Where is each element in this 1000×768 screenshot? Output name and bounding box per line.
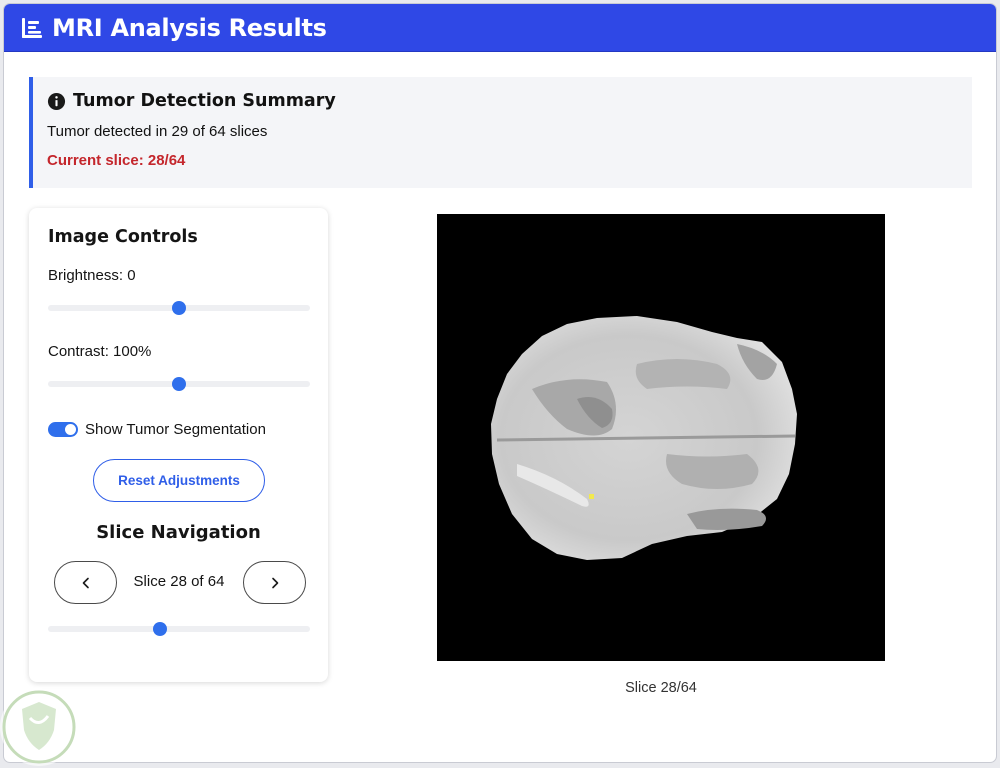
mri-slice-image bbox=[437, 214, 885, 661]
summary-header: Tumor Detection Summary bbox=[47, 91, 972, 111]
current-slice-text: Current slice: 28/64 bbox=[47, 152, 186, 169]
contrast-label: Contrast: 100% bbox=[48, 343, 151, 360]
tumor-segmentation-label: Show Tumor Segmentation bbox=[85, 421, 266, 438]
brightness-label: Brightness: 0 bbox=[48, 267, 136, 284]
toggle-knob bbox=[65, 424, 76, 435]
image-controls-panel: Image Controls Brightness: 0 Contrast: 1… bbox=[29, 208, 328, 682]
contrast-slider[interactable] bbox=[48, 377, 310, 391]
slice-slider-thumb[interactable] bbox=[153, 622, 168, 636]
contrast-label-text: Contrast: bbox=[48, 343, 109, 360]
chevron-left-icon bbox=[82, 577, 89, 588]
brightness-slider[interactable] bbox=[48, 301, 310, 315]
bar-list-icon bbox=[22, 17, 42, 38]
image-controls-title: Image Controls bbox=[48, 227, 198, 247]
tumor-segmentation-toggle[interactable] bbox=[48, 422, 78, 437]
brightness-slider-thumb[interactable] bbox=[172, 301, 186, 315]
reset-adjustments-button[interactable]: Reset Adjustments bbox=[93, 459, 265, 502]
brightness-value: 0 bbox=[127, 267, 136, 284]
slice-navigation-title: Slice Navigation bbox=[96, 522, 261, 543]
slice-counter: Slice 28 of 64 bbox=[133, 573, 225, 590]
summary-title: Tumor Detection Summary bbox=[73, 91, 336, 111]
mri-brain-scan bbox=[491, 316, 797, 560]
previous-slice-button[interactable] bbox=[54, 561, 117, 604]
watermark-logo bbox=[0, 688, 78, 766]
shield-logo-icon bbox=[2, 690, 76, 764]
tumor-detected-text: Tumor detected in 29 of 64 slices bbox=[47, 123, 268, 140]
next-slice-button[interactable] bbox=[243, 561, 306, 604]
contrast-value: 100% bbox=[113, 343, 152, 360]
brightness-label-text: Brightness: bbox=[48, 267, 124, 284]
info-circle-icon bbox=[47, 92, 66, 110]
app-header: MRI Analysis Results bbox=[4, 4, 996, 52]
contrast-slider-thumb[interactable] bbox=[172, 377, 186, 391]
app-window: MRI Analysis Results Tumor Detection Sum… bbox=[3, 3, 997, 763]
page-title: MRI Analysis Results bbox=[52, 13, 327, 42]
chevron-right-icon bbox=[271, 577, 278, 588]
tumor-summary-panel: Tumor Detection Summary Tumor detected i… bbox=[29, 77, 972, 188]
tumor-segmentation-overlay bbox=[589, 494, 594, 499]
slice-slider[interactable] bbox=[48, 622, 310, 636]
mri-caption: Slice 28/64 bbox=[625, 680, 697, 696]
